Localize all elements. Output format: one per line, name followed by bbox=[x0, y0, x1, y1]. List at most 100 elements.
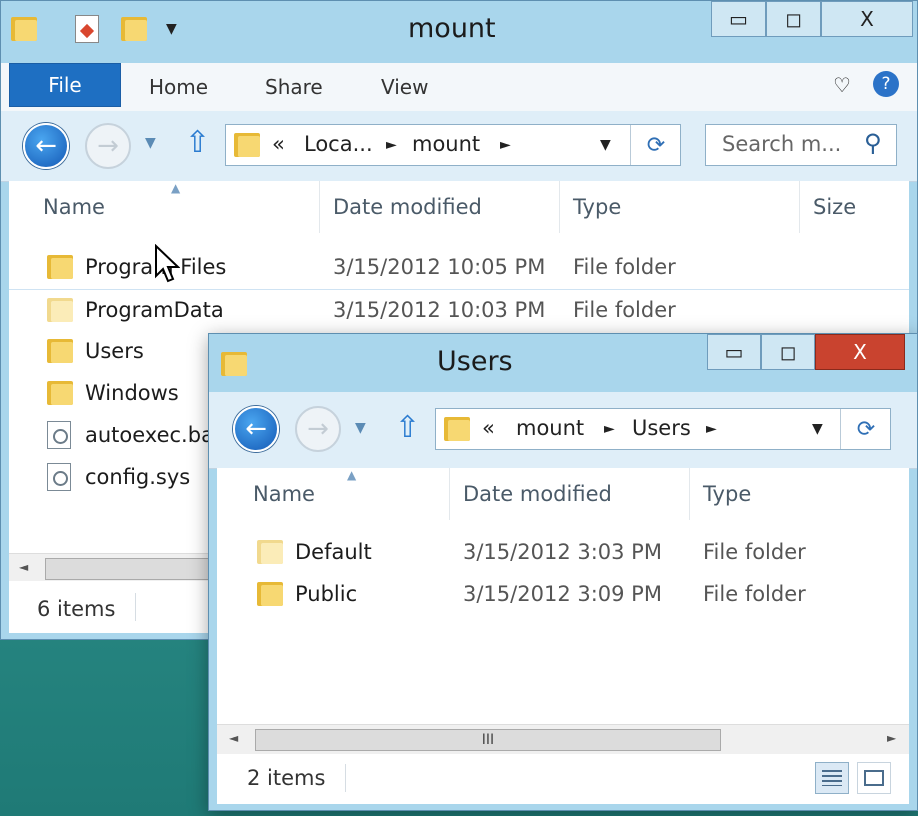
column-header-size[interactable]: Size bbox=[813, 181, 856, 233]
refresh-button[interactable]: ⟳ bbox=[630, 125, 681, 165]
breadcrumb-back[interactable]: « bbox=[482, 416, 495, 440]
address-bar[interactable]: « mount ► Users ► ▼ ⟳ bbox=[435, 408, 891, 450]
folder-icon bbox=[47, 339, 73, 363]
status-bar: 2 items bbox=[217, 754, 909, 804]
refresh-icon: ⟳ bbox=[856, 416, 876, 442]
column-header-type[interactable]: Type bbox=[703, 468, 751, 520]
folder-icon bbox=[257, 540, 283, 564]
address-bar[interactable]: « Loca... ► mount ► ▼ ⟳ bbox=[225, 124, 681, 166]
list-item[interactable]: Public 3/15/2012 3:09 PM File folder bbox=[217, 574, 909, 614]
folder-icon bbox=[47, 255, 73, 279]
item-date: 3/15/2012 10:03 PM bbox=[333, 298, 546, 322]
folder-icon[interactable] bbox=[11, 17, 37, 41]
folder-icon bbox=[47, 381, 73, 405]
item-name: config.sys bbox=[85, 465, 191, 489]
breadcrumb-chevron-icon[interactable]: ► bbox=[386, 137, 397, 153]
column-header-type[interactable]: Type bbox=[573, 181, 621, 233]
expand-ribbon-icon[interactable]: ♡ bbox=[833, 73, 851, 97]
column-divider[interactable] bbox=[319, 181, 320, 233]
list-item[interactable]: Default 3/15/2012 3:03 PM File folder bbox=[217, 532, 909, 572]
properties-icon[interactable] bbox=[75, 15, 99, 43]
column-divider[interactable] bbox=[689, 468, 690, 520]
scroll-left-icon[interactable]: ◄ bbox=[19, 560, 28, 574]
tab-share[interactable]: Share bbox=[265, 75, 323, 99]
breadcrumb-local-disk[interactable]: Loca... bbox=[304, 132, 373, 156]
breadcrumb-back[interactable]: « bbox=[272, 132, 285, 156]
details-view-button[interactable] bbox=[815, 762, 849, 794]
scroll-right-icon[interactable]: ► bbox=[887, 731, 896, 745]
minimize-icon: ▭ bbox=[724, 340, 744, 364]
address-dropdown-icon[interactable]: ▼ bbox=[812, 421, 823, 437]
scrollbar-thumb[interactable]: III bbox=[255, 729, 721, 751]
minimize-button[interactable]: ▭ bbox=[711, 1, 766, 37]
maximize-button[interactable]: ◻ bbox=[766, 1, 821, 37]
search-placeholder: Search m... bbox=[722, 132, 842, 156]
minimize-button[interactable]: ▭ bbox=[707, 334, 761, 370]
search-box[interactable]: Search m... ⚲ bbox=[705, 124, 897, 166]
navigation-bar: ← → ▼ ⇧ « Loca... ► mount ► ▼ ⟳ Search m… bbox=[1, 111, 917, 182]
item-name: Public bbox=[295, 582, 358, 606]
horizontal-scrollbar[interactable]: ◄ III ► bbox=[217, 724, 909, 755]
back-arrow-icon: ← bbox=[35, 131, 57, 161]
navigation-bar: ← → ▼ ⇧ « mount ► Users ► ▼ ⟳ bbox=[209, 392, 917, 469]
close-button[interactable]: X bbox=[821, 1, 913, 37]
item-count: 6 items bbox=[37, 597, 116, 621]
help-icon[interactable]: ? bbox=[873, 71, 899, 97]
up-arrow-icon[interactable]: ⇧ bbox=[395, 410, 420, 445]
item-type: File folder bbox=[573, 255, 676, 279]
file-list: ▲ Name Date modified Type Default 3/15/2… bbox=[217, 468, 909, 738]
back-button[interactable]: ← bbox=[23, 123, 69, 169]
item-name: autoexec.ba bbox=[85, 423, 214, 447]
item-count: 2 items bbox=[247, 766, 326, 790]
close-icon: X bbox=[853, 340, 867, 364]
refresh-icon: ⟳ bbox=[646, 132, 666, 158]
breadcrumb-chevron-icon[interactable]: ► bbox=[604, 421, 615, 437]
column-divider[interactable] bbox=[449, 468, 450, 520]
column-header-date[interactable]: Date modified bbox=[463, 468, 612, 520]
forward-button[interactable]: → bbox=[85, 123, 131, 169]
system-file-icon bbox=[47, 463, 71, 491]
column-header-name[interactable]: Name bbox=[43, 181, 105, 233]
folder-icon bbox=[221, 352, 247, 376]
details-view-icon bbox=[822, 770, 842, 786]
large-icons-view-button[interactable] bbox=[857, 762, 891, 794]
up-arrow-icon[interactable]: ⇧ bbox=[185, 125, 210, 160]
column-header-name[interactable]: Name bbox=[253, 468, 315, 520]
refresh-button[interactable]: ⟳ bbox=[840, 409, 891, 449]
title-bar: ▼ mount ▭ ◻ X bbox=[1, 1, 917, 63]
column-divider[interactable] bbox=[799, 181, 800, 233]
recent-locations-icon[interactable]: ▼ bbox=[355, 420, 366, 436]
scroll-left-icon[interactable]: ◄ bbox=[229, 731, 238, 745]
back-button[interactable]: ← bbox=[233, 406, 279, 452]
column-divider[interactable] bbox=[559, 181, 560, 233]
tab-view[interactable]: View bbox=[381, 75, 428, 99]
new-folder-icon[interactable] bbox=[121, 17, 147, 41]
breadcrumb-chevron-icon[interactable]: ► bbox=[500, 137, 511, 153]
file-tab[interactable]: File bbox=[9, 63, 121, 107]
breadcrumb-chevron-icon[interactable]: ► bbox=[706, 421, 717, 437]
customize-toolbar-icon[interactable]: ▼ bbox=[166, 21, 177, 37]
close-button[interactable]: X bbox=[815, 334, 905, 370]
ribbon-tabs: File Home Share View ♡ ? bbox=[1, 63, 917, 112]
breadcrumb-mount[interactable]: mount bbox=[516, 416, 584, 440]
list-item[interactable]: Program Files 3/15/2012 10:05 PM File fo… bbox=[9, 247, 909, 287]
mouse-cursor-icon bbox=[155, 244, 180, 283]
item-type: File folder bbox=[573, 298, 676, 322]
column-header-date[interactable]: Date modified bbox=[333, 181, 482, 233]
breadcrumb-mount[interactable]: mount bbox=[412, 132, 480, 156]
maximize-button[interactable]: ◻ bbox=[761, 334, 815, 370]
search-icon[interactable]: ⚲ bbox=[864, 129, 882, 157]
tab-home[interactable]: Home bbox=[149, 75, 208, 99]
folder-icon bbox=[257, 582, 283, 606]
address-dropdown-icon[interactable]: ▼ bbox=[600, 137, 611, 153]
maximize-icon: ◻ bbox=[785, 7, 802, 31]
list-item[interactable]: ProgramData 3/15/2012 10:03 PM File fold… bbox=[9, 289, 909, 330]
forward-button[interactable]: → bbox=[295, 406, 341, 452]
breadcrumb-users[interactable]: Users bbox=[632, 416, 691, 440]
close-icon: X bbox=[860, 7, 874, 31]
item-date: 3/15/2012 3:09 PM bbox=[463, 582, 662, 606]
sort-ascending-icon: ▲ bbox=[347, 468, 357, 482]
status-divider bbox=[345, 764, 346, 792]
minimize-icon: ▭ bbox=[729, 7, 748, 31]
recent-locations-icon[interactable]: ▼ bbox=[145, 135, 156, 151]
